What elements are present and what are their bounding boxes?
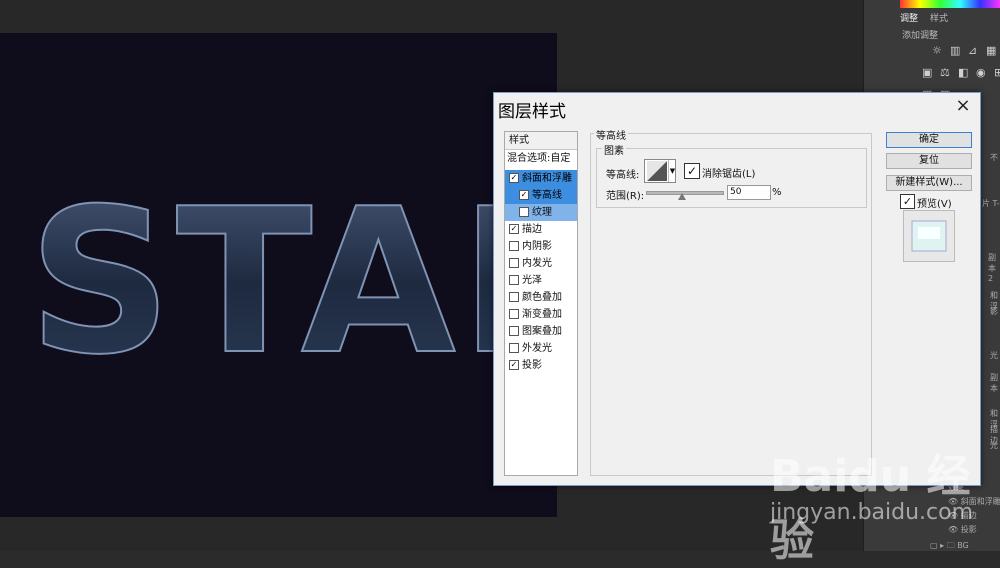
tab-adjustments[interactable]: 调整 bbox=[900, 11, 918, 24]
antialias-checkbox[interactable]: ✓ bbox=[684, 163, 700, 179]
contour-curve-icon bbox=[647, 161, 667, 181]
checkbox[interactable] bbox=[509, 241, 519, 251]
style-item-texture[interactable]: 纹理 bbox=[505, 204, 577, 221]
layer-partial-label: 副本 2 bbox=[988, 253, 996, 283]
checkbox[interactable]: ✓ bbox=[509, 224, 519, 234]
checkbox[interactable] bbox=[509, 309, 519, 319]
checkbox[interactable]: ✓ bbox=[519, 190, 529, 200]
elements-subtitle: 图素 bbox=[602, 142, 626, 157]
star-text: STAR bbox=[28, 166, 557, 399]
layer-style-dialog: 图层样式 × 样式 混合选项:自定 ✓ 斜面和浮雕 ✓ 等高线 纹理 ✓ 描边 内阴影… bbox=[493, 92, 981, 486]
layer-partial-label: 副本 bbox=[990, 373, 998, 393]
chevron-down-icon[interactable]: ▼ bbox=[668, 160, 676, 182]
blend-options-item[interactable]: 混合选项:自定 bbox=[505, 150, 577, 167]
close-button[interactable]: × bbox=[950, 95, 976, 117]
curves-icon[interactable]: ⊿ bbox=[968, 44, 977, 57]
levels-icon[interactable]: ▥ bbox=[950, 44, 960, 57]
checkbox[interactable]: ✓ bbox=[509, 360, 519, 370]
checkbox[interactable]: ✓ bbox=[509, 173, 519, 183]
style-item-inner-shadow[interactable]: 内阴影 bbox=[505, 238, 577, 255]
contour-label: 等高线: bbox=[606, 170, 640, 181]
preview-label: 预览(V) bbox=[917, 199, 952, 210]
style-preview-thumbnail bbox=[903, 210, 955, 262]
balance-icon[interactable]: ⚖ bbox=[940, 66, 950, 79]
layer-partial-label: 光 bbox=[990, 351, 998, 360]
checkbox[interactable] bbox=[509, 326, 519, 336]
new-style-button[interactable]: 新建样式(W)... bbox=[886, 175, 972, 191]
style-item-stroke[interactable]: ✓ 描边 bbox=[505, 221, 577, 238]
range-unit: % bbox=[772, 187, 782, 198]
styles-header[interactable]: 样式 bbox=[505, 132, 577, 150]
document-canvas[interactable]: STAR bbox=[0, 33, 557, 517]
ok-button[interactable]: 确定 bbox=[886, 132, 972, 148]
checkbox[interactable] bbox=[519, 207, 529, 217]
dialog-title: 图层样式 bbox=[498, 102, 566, 122]
range-slider-handle[interactable] bbox=[678, 193, 686, 200]
preview-swatch bbox=[911, 220, 947, 252]
styles-list: 样式 混合选项:自定 ✓ 斜面和浮雕 ✓ 等高线 纹理 ✓ 描边 内阴影 内发光 光泽… bbox=[504, 131, 578, 476]
brightness-icon[interactable]: ☼ bbox=[932, 44, 942, 57]
layer-partial-label: 片 T- bbox=[982, 199, 1000, 208]
checkbox[interactable] bbox=[509, 292, 519, 302]
style-item-color-overlay[interactable]: 颜色叠加 bbox=[505, 289, 577, 306]
style-item-drop-shadow[interactable]: ✓ 投影 bbox=[505, 357, 577, 374]
star-artwork: STAR bbox=[27, 165, 557, 400]
range-label: 范围(R): bbox=[606, 191, 645, 202]
bw-icon[interactable]: ◧ bbox=[958, 66, 968, 79]
contour-section-title: 等高线 bbox=[594, 127, 628, 142]
layer-partial-label: 影 bbox=[990, 307, 998, 316]
style-item-pattern-overlay[interactable]: 图案叠加 bbox=[505, 323, 577, 340]
contour-picker[interactable]: ▼ bbox=[644, 159, 676, 183]
preview-checkbox[interactable]: ✓ bbox=[900, 194, 915, 209]
add-adjustment-label: 添加调整 bbox=[902, 31, 939, 41]
style-item-satin[interactable]: 光泽 bbox=[505, 272, 577, 289]
hue-icon[interactable]: ▣ bbox=[922, 66, 932, 79]
checkbox[interactable] bbox=[509, 275, 519, 285]
layer-partial-label: 不 bbox=[990, 153, 998, 162]
color-spectrum[interactable] bbox=[900, 0, 1000, 8]
exposure-icon[interactable]: ▦ bbox=[986, 44, 996, 57]
tab-styles[interactable]: 样式 bbox=[930, 11, 948, 24]
checkbox[interactable] bbox=[509, 258, 519, 268]
photo-filter-icon[interactable]: ◉ bbox=[976, 66, 986, 79]
antialias-label: 消除锯齿(L) bbox=[702, 169, 756, 180]
mixer-icon[interactable]: ⊞ bbox=[994, 66, 1000, 79]
reset-button[interactable]: 复位 bbox=[886, 153, 972, 169]
style-item-gradient-overlay[interactable]: 渐变叠加 bbox=[505, 306, 577, 323]
style-item-inner-glow[interactable]: 内发光 bbox=[505, 255, 577, 272]
baidu-watermark-url: jingyan.baidu.com bbox=[770, 500, 974, 525]
range-input[interactable]: 50 bbox=[727, 185, 771, 200]
style-item-contour[interactable]: ✓ 等高线 bbox=[505, 187, 577, 204]
checkbox[interactable] bbox=[509, 343, 519, 353]
style-item-outer-glow[interactable]: 外发光 bbox=[505, 340, 577, 357]
style-item-bevel-emboss[interactable]: ✓ 斜面和浮雕 bbox=[505, 170, 577, 187]
